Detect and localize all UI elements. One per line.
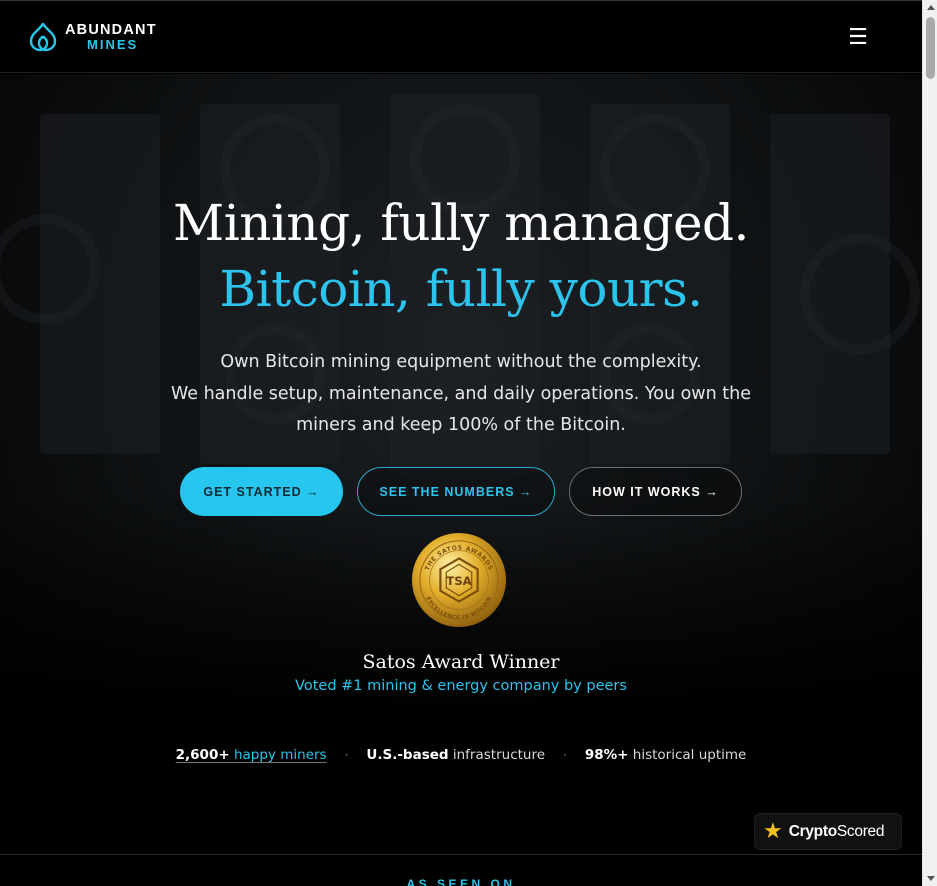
- site-header: ABUNDANT MINES ☰: [0, 0, 922, 73]
- get-started-button[interactable]: GET STARTED →: [180, 467, 343, 516]
- site-logo[interactable]: ABUNDANT MINES: [25, 22, 157, 52]
- logo-wordmark-top: ABUNDANT: [65, 21, 157, 38]
- award-title: Satos Award Winner: [362, 651, 560, 673]
- scroll-up-arrow-icon[interactable]: [923, 0, 937, 15]
- stat-label-link[interactable]: happy miners: [234, 747, 327, 763]
- hamburger-menu-button[interactable]: ☰: [844, 23, 872, 51]
- stat-separator: ·: [344, 748, 349, 762]
- hamburger-menu-icon: ☰: [848, 24, 868, 50]
- cryptoscored-label: CryptoScored: [788, 822, 885, 840]
- scroll-down-arrow-icon[interactable]: [923, 871, 937, 886]
- stat-separator: ·: [563, 748, 567, 762]
- stats-row: 2,600+ happy miners · U.S.-based infrast…: [0, 747, 922, 763]
- stat-label: infrastructure: [452, 747, 546, 763]
- stat-infrastructure: U.S.-based infrastructure: [366, 747, 545, 763]
- stat-value: U.S.-based: [366, 747, 449, 763]
- hero-subtext-line2: We handle setup, maintenance, and daily …: [170, 383, 751, 436]
- award-subtitle: Voted #1 mining & energy company by peer…: [295, 678, 627, 694]
- stat-label: historical uptime: [632, 747, 747, 763]
- logo-wordmark-bottom: MINES: [87, 37, 139, 53]
- hero-cta-row: GET STARTED → SEE THE NUMBERS → HOW IT W…: [0, 467, 922, 516]
- hero-subtext-line1: Own Bitcoin mining equipment without the…: [220, 352, 702, 372]
- star-icon: ★: [763, 818, 783, 844]
- cryptoscored-badge[interactable]: ★ CryptoScored: [754, 813, 902, 850]
- droplet-logo-icon: [29, 22, 57, 52]
- medal-monogram: TSA: [446, 574, 472, 588]
- page-viewport: ABUNDANT MINES ☰ Mining, fully managed.: [0, 0, 922, 886]
- stat-value: 2,600+: [175, 747, 230, 763]
- scrollbar-thumb[interactable]: [926, 17, 935, 79]
- stat-value: 98%+: [584, 747, 629, 763]
- as-seen-on-section: AS SEEN ON: [0, 854, 922, 886]
- as-seen-on-label: AS SEEN ON: [406, 877, 516, 886]
- stat-happy-miners[interactable]: 2,600+ happy miners: [176, 747, 327, 763]
- hero-section: Mining, fully managed. Bitcoin, fully yo…: [0, 74, 922, 854]
- see-the-numbers-button[interactable]: SEE THE NUMBERS →: [357, 467, 555, 516]
- hero-subtext: Own Bitcoin mining equipment without the…: [140, 347, 782, 442]
- hero-headline-line2: Bitcoin, fully yours.: [219, 260, 703, 318]
- how-it-works-button[interactable]: HOW IT WORKS →: [569, 467, 742, 516]
- hero-headline-line1: Mining, fully managed.: [173, 194, 749, 252]
- vertical-scrollbar[interactable]: [922, 0, 937, 886]
- stat-uptime: 98%+ historical uptime: [585, 747, 746, 763]
- satos-award-medal-icon: TSA THE SATOS AWARDS EXCELLENCE IN BITCO…: [411, 532, 507, 628]
